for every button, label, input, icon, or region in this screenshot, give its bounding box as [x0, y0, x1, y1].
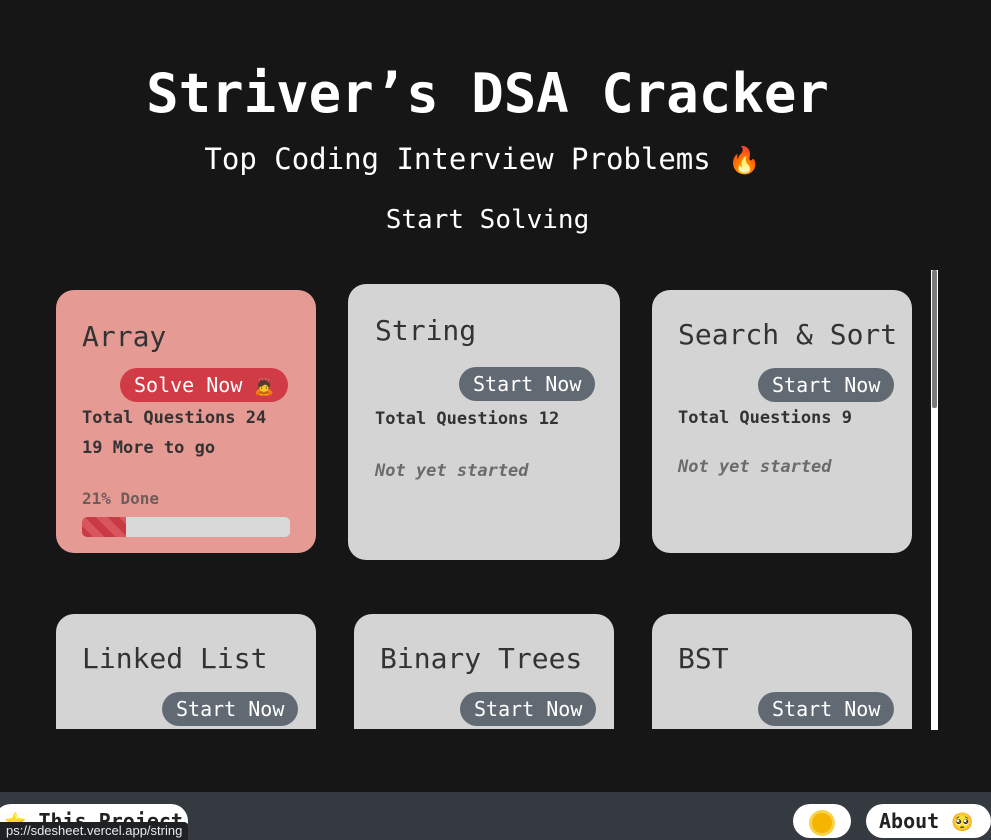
fire-icon: 🔥 [728, 146, 761, 176]
card-title: Binary Trees [380, 642, 583, 675]
card-title: Search & Sort [678, 318, 898, 351]
person-bowing-icon: 🙇 [254, 377, 275, 396]
pleading-face-icon: 🥺 [951, 812, 974, 833]
start-now-button[interactable]: Start Now [459, 367, 596, 401]
card-title: String [375, 314, 477, 347]
page-title: Striver’s DSA Cracker [146, 62, 829, 125]
card-title: Array [82, 320, 167, 353]
topic-card-linked-list[interactable]: Linked List Start Now [56, 614, 316, 729]
solve-now-button[interactable]: Solve Now 🙇 [120, 368, 289, 402]
status-text: Not yet started [375, 461, 529, 481]
status-url-tooltip: ps://sdesheet.vercel.app/string [0, 822, 189, 840]
progress-bar [82, 517, 290, 537]
start-now-button[interactable]: Start Now [758, 692, 895, 726]
topic-grid: Array Solve Now 🙇 Total Questions 24 19 … [0, 262, 937, 729]
topic-card-search-sort[interactable]: Search & Sort Start Now Total Questions … [652, 290, 912, 553]
total-questions: Total Questions 24 [82, 408, 267, 428]
progress-fill [82, 517, 126, 537]
topic-card-array[interactable]: Array Solve Now 🙇 Total Questions 24 19 … [56, 290, 316, 553]
start-now-button[interactable]: Start Now [460, 692, 597, 726]
topic-card-binary-trees[interactable]: Binary Trees Start Now [354, 614, 614, 729]
start-now-button[interactable]: Start Now [162, 692, 299, 726]
start-now-button[interactable]: Start Now [758, 368, 895, 402]
theme-toggle-button[interactable] [793, 804, 851, 838]
scrollbar-thumb[interactable] [932, 270, 937, 408]
remaining-questions: 19 More to go [82, 438, 216, 458]
start-solving-link[interactable]: Start Solving [0, 205, 975, 235]
topic-card-bst[interactable]: BST Start Now [652, 614, 912, 729]
topic-card-string[interactable]: String Start Now Total Questions 12 Not … [348, 284, 620, 560]
card-title: BST [678, 642, 729, 675]
status-text: Not yet started [678, 457, 832, 477]
card-title: Linked List [82, 642, 268, 675]
page-subtitle: Top Coding Interview Problems 🔥 [0, 142, 965, 176]
total-questions: Total Questions 12 [375, 409, 560, 429]
sun-icon [812, 812, 832, 833]
total-questions: Total Questions 9 [678, 408, 852, 428]
progress-label: 21% Done [82, 489, 160, 508]
subtitle-text: Top Coding Interview Problems [204, 142, 711, 176]
about-button[interactable]: About 🥺 [866, 804, 991, 838]
